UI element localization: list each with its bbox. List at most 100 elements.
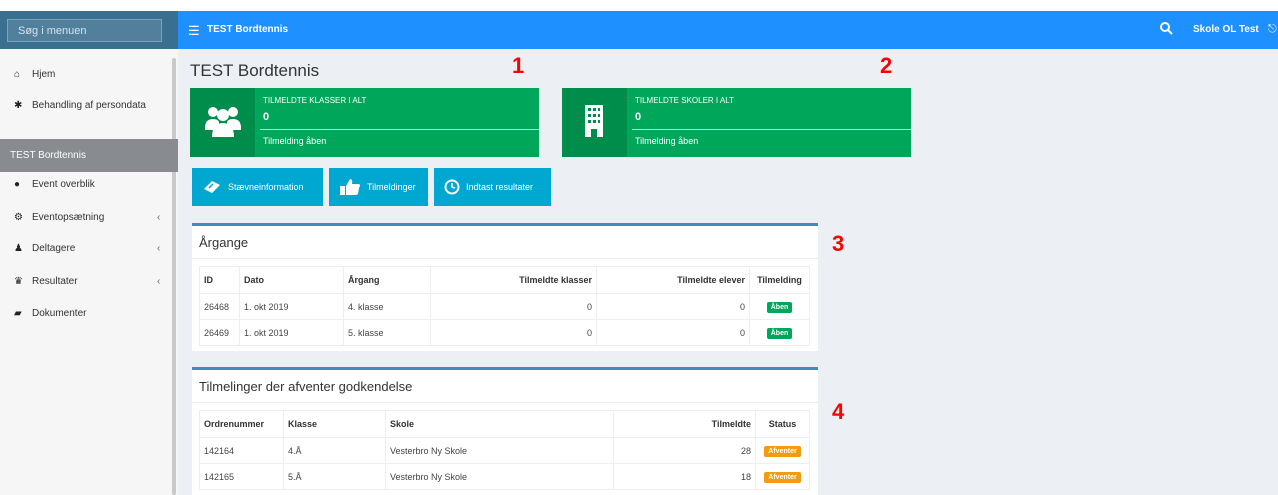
table-header-row: Ordrenummer Klasse Skole Tilmeldte Statu…	[199, 410, 810, 438]
sidebar-item-label: Event overblik	[32, 178, 95, 190]
clock-icon	[444, 179, 460, 195]
sidebar-item-label: Eventopsætning	[32, 211, 105, 223]
divider	[192, 258, 818, 259]
divider	[192, 402, 818, 403]
top-navbar: Søg i menuen ☰ TEST Bordtennis Skole OL …	[0, 11, 1278, 49]
building-icon	[585, 105, 603, 137]
sidebar-item-deltagere[interactable]: ♟ Deltagere ‹	[0, 235, 172, 261]
search-icon[interactable]	[1159, 21, 1173, 37]
chevron-left-icon: ‹	[157, 275, 161, 287]
app-window: Søg i menuen ☰ TEST Bordtennis Skole OL …	[0, 0, 1278, 495]
status-badge: Afventer	[764, 471, 801, 483]
info-box-footer: Tilmelding åben	[263, 136, 327, 146]
users-icon: ♟	[14, 242, 23, 254]
cell-skole: Vesterbro Ny Skole	[385, 437, 614, 464]
status-badge: Åben	[766, 301, 793, 313]
globe-icon: ●	[14, 178, 21, 190]
annotation-2: 2	[880, 53, 893, 78]
top-margin	[0, 0, 1278, 11]
book-icon: ▰	[14, 307, 22, 319]
cell-status: Afventer	[755, 437, 810, 464]
column-header[interactable]: Klasse	[283, 410, 386, 438]
thumbs-up-icon	[339, 178, 361, 196]
cell-tilmeldte: 28	[613, 437, 756, 464]
table-row[interactable]: 26468 1. okt 2019 4. klasse 0 0 Åben	[199, 293, 810, 320]
button-label: Stævneinformation	[228, 182, 304, 192]
cell-skole: Vesterbro Ny Skole	[385, 463, 614, 490]
pending-registrations-panel: Tilmelinger der afventer godkendelse Ord…	[192, 367, 818, 495]
aargange-table: ID Dato Årgang Tilmeldte klasser Tilmeld…	[199, 266, 810, 346]
divider	[632, 129, 911, 130]
info-box-value: 0	[635, 111, 642, 123]
column-header[interactable]: Dato	[239, 266, 344, 294]
button-label: Indtast resultater	[466, 182, 534, 192]
info-box-footer: Tilmelding åben	[635, 136, 699, 146]
cell-tilmeldte: 18	[613, 463, 756, 490]
trophy-icon: ♛	[14, 275, 23, 287]
info-box-icon-area	[562, 88, 627, 157]
cogs-icon: ⚙	[14, 211, 23, 223]
cell-dato: 1. okt 2019	[239, 319, 344, 346]
sidebar-header: Søg i menuen	[0, 11, 178, 49]
sidebar-item-label: Resultater	[32, 275, 78, 287]
cell-aargang: 5. klasse	[343, 319, 431, 346]
sidebar-item-resultater[interactable]: ♛ Resultater ‹	[0, 268, 172, 294]
column-header[interactable]: Tilmelding	[749, 266, 810, 294]
column-header[interactable]: Ordrenummer	[199, 410, 284, 438]
cell-id: 26469	[199, 319, 240, 346]
info-box-skoler: TILMELDTE SKOLER I ALT 0 Tilmelding åben	[562, 88, 911, 157]
asterisk-icon: ✱	[14, 99, 23, 111]
user-menu[interactable]: Skole OL Test	[1193, 24, 1259, 35]
menu-search-input[interactable]: Søg i menuen	[7, 19, 162, 42]
aargange-panel: Årgange ID Dato Årgang Tilmeldte klasser…	[192, 223, 818, 351]
ticket-icon	[202, 179, 222, 195]
cell-klasse: 5.Å	[283, 463, 386, 490]
table-row[interactable]: 142165 5.Å Vesterbro Ny Skole 18 Afvente…	[199, 463, 810, 490]
table-row[interactable]: 26469 1. okt 2019 5. klasse 0 0 Åben	[199, 319, 810, 346]
cell-id: 26468	[199, 293, 240, 320]
cell-klasser: 0	[430, 319, 597, 346]
info-box-klasser: TILMELDTE KLASSER I ALT 0 Tilmelding åbe…	[190, 88, 539, 157]
sidebar-item-hjem[interactable]: ⌂ Hjem	[0, 61, 172, 87]
column-header[interactable]: Tilmeldte klasser	[430, 266, 597, 294]
hamburger-menu-icon[interactable]: ☰	[188, 23, 200, 39]
cell-klasser: 0	[430, 293, 597, 320]
chevron-left-icon: ‹	[157, 242, 161, 254]
column-header[interactable]: Tilmeldte elever	[596, 266, 750, 294]
info-box-label: TILMELDTE SKOLER I ALT	[635, 96, 734, 105]
tilmeldinger-button[interactable]: Tilmeldinger	[329, 168, 428, 206]
column-header[interactable]: ID	[199, 266, 240, 294]
table-row[interactable]: 142164 4.Å Vesterbro Ny Skole 28 Afvente…	[199, 437, 810, 464]
sidebar-item-dokumenter[interactable]: ▰ Dokumenter	[0, 300, 172, 326]
users-icon	[205, 107, 241, 137]
page-title: TEST Bordtennis	[190, 61, 320, 80]
pending-table: Ordrenummer Klasse Skole Tilmeldte Statu…	[199, 410, 810, 490]
app-title[interactable]: TEST Bordtennis	[207, 24, 288, 35]
cell-ordre: 142164	[199, 437, 284, 464]
cell-aargang: 4. klasse	[343, 293, 431, 320]
sidebar-item-eventopsaetning[interactable]: ⚙ Eventopsætning ‹	[0, 204, 172, 230]
sidebar-item-persondata[interactable]: ✱ Behandling af persondata	[0, 92, 172, 118]
info-box-icon-area	[190, 88, 255, 157]
status-badge: Åben	[766, 327, 793, 339]
info-box-label: TILMELDTE KLASSER I ALT	[263, 96, 367, 105]
table-header-row: ID Dato Årgang Tilmeldte klasser Tilmeld…	[199, 266, 810, 294]
column-header[interactable]: Årgang	[343, 266, 431, 294]
sign-out-icon[interactable]: ⎋	[1268, 23, 1277, 36]
column-header[interactable]: Tilmeldte	[613, 410, 756, 438]
sidebar-scrollbar[interactable]	[172, 58, 176, 495]
sidebar-item-event-overblik[interactable]: ● Event overblik	[0, 171, 172, 197]
status-badge: Afventer	[764, 445, 801, 457]
sidebar-section-header: TEST Bordtennis	[0, 139, 178, 172]
column-header[interactable]: Skole	[385, 410, 614, 438]
indtast-resultater-button[interactable]: Indtast resultater	[434, 168, 551, 206]
panel-title: Årgange	[199, 235, 249, 250]
sidebar-item-label: Deltagere	[32, 242, 76, 254]
divider	[260, 129, 539, 130]
column-header[interactable]: Status	[755, 410, 810, 438]
annotation-1: 1	[512, 53, 525, 78]
chevron-left-icon: ‹	[157, 211, 161, 223]
staevneinformation-button[interactable]: Stævneinformation	[192, 168, 323, 206]
cell-dato: 1. okt 2019	[239, 293, 344, 320]
home-icon: ⌂	[14, 68, 21, 80]
